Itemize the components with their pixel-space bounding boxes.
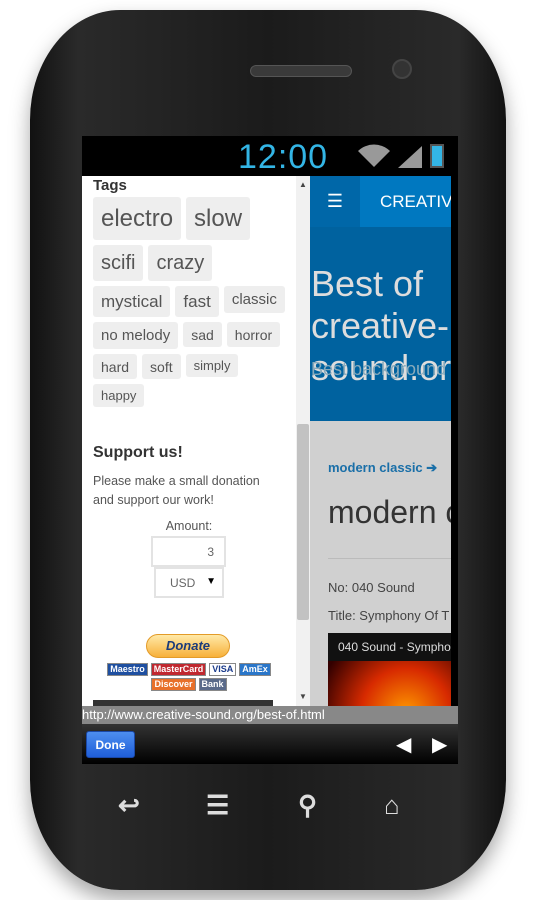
search-key-icon[interactable]: ⚲ [298,790,317,821]
page-title: modern classic [328,494,451,530]
screen: 12:00 Tags electro slow scifi crazy mystical… [82,136,458,764]
card-discover-logo: Discover [151,678,196,691]
tag-fast[interactable]: fast [175,286,219,317]
tag-electro[interactable]: electro [93,197,182,240]
site-navbar: ☰ CREATIVE [310,176,451,227]
url-bar[interactable]: http://www.creative-sound.org/best-of.ht… [82,706,458,724]
card-bank-logo: Bank [198,678,227,691]
back-arrow-icon[interactable]: ◀ [396,732,411,757]
sound-title: Title: Symphony Of T [328,608,450,623]
category-link[interactable]: modern classic ➔ [328,460,437,476]
tag-cloud: electro slow scifi crazy mystical fast classic… [93,197,288,407]
done-button[interactable]: Done [86,731,135,758]
tag-sad[interactable]: sad [183,322,222,347]
tag-soft[interactable]: soft [142,354,181,379]
tag-hard[interactable]: hard [93,354,138,379]
amount-label: Amount: [165,519,213,533]
site-brand[interactable]: CREATIVE [380,192,451,212]
payment-cards: Maestro MasterCard VISA AmEx Discover Bank [90,663,288,691]
signal-icon [398,146,422,168]
battery-icon [430,144,444,168]
tag-mystical[interactable]: mystical [93,286,171,317]
amount-input[interactable]: 3 [151,536,226,567]
card-visa-logo: VISA [209,663,237,676]
tag-slow[interactable]: slow [186,197,251,240]
forward-arrow-icon[interactable]: ▶ [432,732,447,757]
menu-key-icon[interactable]: ☰ [206,790,229,821]
support-text: Please make a small donation and support… [93,474,260,507]
wifi-icon [358,144,390,167]
donate-button[interactable]: Donate [146,634,230,658]
hero-subtitle: Best background [311,359,447,379]
currency-select[interactable]: USD ▼ [154,567,224,598]
back-key-icon[interactable]: ↩ [118,790,140,821]
tag-classic[interactable]: classic [223,286,285,313]
currency-value: USD [170,576,196,590]
tag-scifi[interactable]: scifi [93,245,144,281]
chevron-down-icon: ▼ [206,576,216,587]
webpage: ☰ CREATIVE Best of creative-sound.org Be… [310,176,451,706]
category-link-label: modern classic [328,460,423,475]
tag-horror[interactable]: horror [226,322,281,347]
tag-no-melody[interactable]: no melody [93,322,179,349]
video-player[interactable]: 040 Sound - Symphon [328,633,451,706]
menu-icon[interactable]: ☰ [310,176,360,227]
status-bar: 12:00 [82,136,458,176]
scrollbar-thumb[interactable] [297,424,309,620]
card-amex-logo: AmEx [239,663,271,676]
tag-simply[interactable]: simply [185,354,239,377]
video-title: 040 Sound - Symphon [328,633,451,661]
scroll-down-arrow-icon[interactable]: ▼ [299,692,307,701]
earpiece-speaker [250,65,352,77]
scroll-up-arrow-icon[interactable]: ▲ [299,180,307,189]
browser-toolbar: Done ◀ ▶ [82,724,458,764]
card-mastercard-logo: MasterCard [150,663,207,676]
tags-heading: Tags [93,177,127,194]
divider [328,558,451,559]
screen-edge [451,176,458,706]
front-camera [392,59,412,79]
scrollbar[interactable]: ▲ ▼ [296,176,310,706]
support-heading: Support us! [93,444,183,461]
tag-crazy[interactable]: crazy [148,245,213,281]
tag-happy[interactable]: happy [93,384,145,407]
home-key-icon[interactable]: ⌂ [384,790,400,821]
card-maestro-logo: Maestro [107,663,148,676]
hero: Best of creative-sound.org Best backgrou… [310,227,451,421]
sidebar-panel: Tags electro slow scifi crazy mystical fast cl… [82,176,296,706]
clock: 12:00 [238,138,329,176]
sound-number: No: 040 Sound [328,580,415,595]
arrow-circle-right-icon: ➔ [426,460,438,475]
